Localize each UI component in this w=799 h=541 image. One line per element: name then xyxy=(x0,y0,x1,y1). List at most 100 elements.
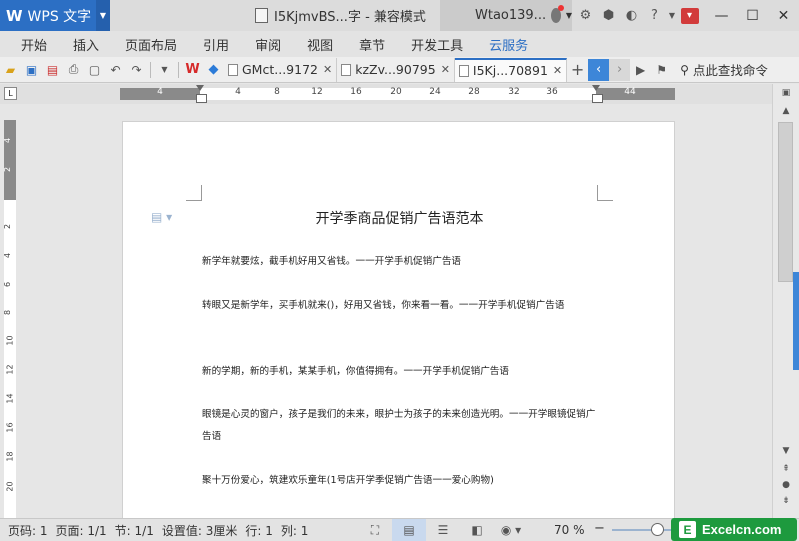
search-command[interactable]: ⚲ 点此查找命令 xyxy=(680,60,768,79)
document-page[interactable]: ▤ ▾ 开学季商品促销广告语范本 新学年就要炫，截手机好用又省钱。一一开学手机促… xyxy=(122,121,675,518)
doc-tab-1[interactable]: GMct...9172 ✕ xyxy=(224,57,338,82)
search-command-label: 点此查找命令 xyxy=(692,63,768,78)
paragraph[interactable]: 新的学期，新的手机，某某手机，你值得拥有。一一开学手机促销广告语 xyxy=(202,361,602,383)
skin-icon[interactable]: ⚙ xyxy=(574,0,597,31)
horizontal-ruler[interactable]: 4 4 8 12 16 20 24 28 32 36 44 xyxy=(120,85,675,103)
chevron-down-icon[interactable]: ▼ xyxy=(666,0,678,31)
ruler-tick: 16 xyxy=(350,87,362,97)
next-tab-button[interactable]: › xyxy=(609,58,631,81)
close-button[interactable]: ✕ xyxy=(768,0,799,31)
task-pane-icon[interactable]: ▣ xyxy=(778,86,794,100)
document-icon xyxy=(255,8,268,23)
status-row[interactable]: 行: 1 xyxy=(245,522,273,539)
minimize-button[interactable]: — xyxy=(706,0,737,31)
user-name: Wtao139... xyxy=(475,8,547,23)
select-browse-object-icon[interactable]: ● xyxy=(778,478,794,492)
undo-icon[interactable]: ↶ xyxy=(105,58,126,82)
divider xyxy=(150,61,151,78)
zoom-slider-handle[interactable] xyxy=(651,523,664,536)
status-setting[interactable]: 设置值: 3厘米 xyxy=(162,522,238,539)
outline-view-icon[interactable]: ☰ xyxy=(426,519,460,541)
web-view-icon[interactable]: ◧ xyxy=(460,519,494,541)
present-icon[interactable]: ▶ xyxy=(630,58,651,82)
doc-tab-label: kzZv...90795 xyxy=(355,62,436,77)
doc-tab-2[interactable]: kzZv...90795 ✕ xyxy=(337,57,455,82)
menu-bar: 开始 插入 页面布局 引用 审阅 视图 章节 开发工具 云服务 xyxy=(0,31,799,57)
next-page-button[interactable]: ⇟ xyxy=(778,494,794,508)
side-panel-toggle[interactable] xyxy=(793,272,799,370)
vertical-ruler[interactable]: 4 2 2 4 6 8 10 12 14 16 18 20 xyxy=(3,120,16,518)
chevron-down-icon[interactable]: ▼ xyxy=(154,58,175,82)
ruler-tick: 16 xyxy=(5,422,15,433)
help-icon[interactable]: ? xyxy=(643,0,666,31)
ruler-tick: 6 xyxy=(3,281,13,288)
zoom-level[interactable]: 70 % xyxy=(554,523,585,537)
paragraph[interactable]: 聚十万份爱心，筑建欢乐童年(1号店开学季促销广告语一一爱心购物) xyxy=(202,470,602,492)
menu-item-chapter[interactable]: 章节 xyxy=(346,35,398,54)
close-icon[interactable]: ✕ xyxy=(441,63,450,76)
vertical-scrollbar[interactable]: ▣ ▲ ▼ ⇞ ● ⇟ xyxy=(772,84,799,518)
document-canvas[interactable]: ▤ ▾ 开学季商品促销广告语范本 新学年就要炫，截手机好用又省钱。一一开学手机促… xyxy=(20,104,772,518)
ruler-tick: 20 xyxy=(5,481,15,492)
app-menu-button[interactable]: W WPS 文字 ▼ xyxy=(0,0,110,31)
menu-item-cloud[interactable]: 云服务 xyxy=(476,35,541,54)
menu-item-home[interactable]: 开始 xyxy=(8,35,60,54)
zoom-out-button[interactable]: − xyxy=(594,521,605,536)
maximize-button[interactable]: ☐ xyxy=(737,0,768,31)
page-view-icon[interactable]: ▤ xyxy=(392,519,426,541)
doc-tab-label: I5Kj...70891 xyxy=(472,63,548,78)
print-icon[interactable]: ⎙ xyxy=(63,58,84,82)
ruler-tick: 20 xyxy=(390,87,402,97)
scroll-down-button[interactable]: ▼ xyxy=(778,444,794,458)
cube-icon[interactable]: ◆ xyxy=(203,58,224,82)
print-preview-icon[interactable]: ▢ xyxy=(84,58,105,82)
scrollbar-thumb[interactable] xyxy=(778,122,793,282)
menu-item-review[interactable]: 审阅 xyxy=(242,35,294,54)
document-icon xyxy=(458,64,469,77)
flag-icon[interactable]: ⚑ xyxy=(651,58,672,82)
paragraph[interactable]: 新学年就要炫，截手机好用又省钱。一一开学手机促销广告语 xyxy=(202,251,602,273)
menu-item-insert[interactable]: 插入 xyxy=(60,35,112,54)
left-indent-marker[interactable] xyxy=(196,85,207,103)
close-icon[interactable]: ✕ xyxy=(553,64,562,77)
document-heading[interactable]: 开学季商品促销广告语范本 xyxy=(123,208,676,228)
status-page-number[interactable]: 页码: 1 xyxy=(8,522,48,539)
margin-corner-mark xyxy=(597,185,613,201)
doc-tab-3[interactable]: I5Kj...70891 ✕ xyxy=(454,57,568,82)
menu-item-page-layout[interactable]: 页面布局 xyxy=(112,35,190,54)
search-icon: ⚲ xyxy=(680,62,689,77)
open-folder-icon[interactable]: ▰ xyxy=(0,58,21,82)
chevron-down-icon[interactable]: ▼ xyxy=(566,11,572,20)
close-icon[interactable]: ✕ xyxy=(323,63,332,76)
minimize-ribbon-button[interactable]: ▾ xyxy=(678,0,701,31)
status-section[interactable]: 节: 1/1 xyxy=(115,522,154,539)
user-account[interactable]: Wtao139... ▼ xyxy=(440,0,572,31)
full-screen-icon[interactable]: ⛶ xyxy=(358,519,392,541)
eye-protect-icon[interactable]: ◉ ▾ xyxy=(494,519,528,541)
menu-item-view[interactable]: 视图 xyxy=(294,35,346,54)
cube-icon[interactable]: ⬢ xyxy=(597,0,620,31)
prev-page-button[interactable]: ⇞ xyxy=(778,462,794,476)
menu-item-references[interactable]: 引用 xyxy=(190,35,242,54)
ruler-tick: 4 xyxy=(3,137,13,144)
paragraph[interactable]: 转眼又是新学年，买手机就来()，好用又省钱，你来看一看。一一开学手机促销广告语 xyxy=(202,295,602,317)
save-icon[interactable]: ▣ xyxy=(21,58,42,82)
new-tab-icon[interactable]: + xyxy=(567,58,588,82)
menu-item-developer[interactable]: 开发工具 xyxy=(398,35,476,54)
redo-icon[interactable]: ↷ xyxy=(126,58,147,82)
status-column[interactable]: 列: 1 xyxy=(281,522,309,539)
prev-tab-button[interactable]: ‹ xyxy=(588,58,610,81)
right-indent-marker[interactable] xyxy=(592,85,603,103)
avatar[interactable] xyxy=(551,5,564,23)
document-icon xyxy=(228,63,238,76)
paragraph[interactable]: 眼镜是心灵的窗户，孩子是我们的未来，眼护士为孩子的未来创造光明。一一开学眼镜促销… xyxy=(202,404,602,448)
chevron-down-icon[interactable]: ▼ xyxy=(96,0,110,31)
wps-home-icon[interactable]: W xyxy=(182,58,203,82)
feedback-icon[interactable]: ◐ xyxy=(620,0,643,31)
status-pages[interactable]: 页面: 1/1 xyxy=(56,522,107,539)
ruler-tick: 36 xyxy=(546,87,558,97)
scroll-up-button[interactable]: ▲ xyxy=(778,104,794,118)
export-pdf-icon[interactable]: ▤ xyxy=(42,58,63,82)
ruler-tick: 18 xyxy=(5,451,15,462)
tab-stop-selector[interactable]: L xyxy=(4,87,17,100)
